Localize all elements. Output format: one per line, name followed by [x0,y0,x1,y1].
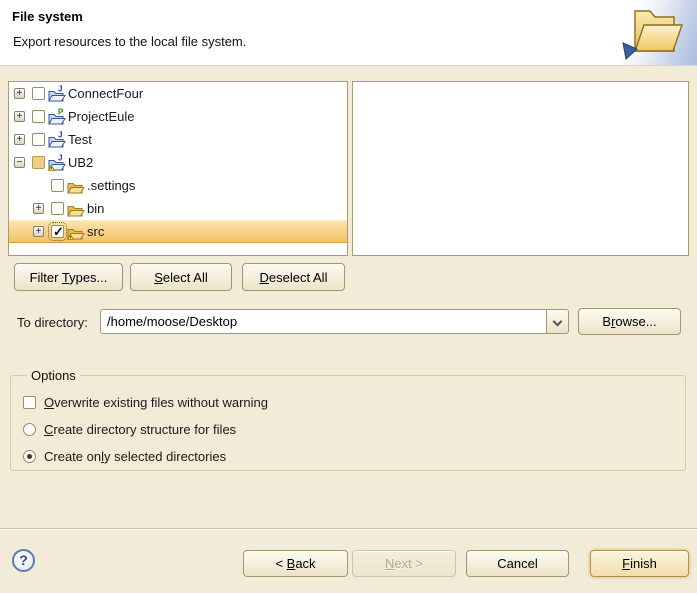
label-part: ack [295,556,315,571]
overwrite-label[interactable]: Overwrite existing files without warning [44,395,268,410]
page-title: File system [12,9,83,24]
options-legend: Options [27,368,80,383]
wizard-header: File system Export resources to the loca… [0,0,697,66]
tree-item-bin[interactable]: + bin [9,197,347,220]
folder-icon [67,200,85,217]
create-selected-label[interactable]: Create only selected directories [44,449,226,464]
chevron-down-icon [553,317,563,327]
export-file-system-wizard: { "header": { "title": "File system", "s… [0,0,697,593]
tree-item-label: ConnectFour [68,86,143,101]
svg-text:J: J [58,131,62,140]
folder-icon [67,177,85,194]
mnemonic: N [385,556,394,571]
svg-text:P: P [58,108,64,117]
label-part: B [602,314,611,329]
label-part: ypes... [69,270,107,285]
checkbox[interactable] [32,110,45,123]
question-mark-icon: ? [19,552,28,568]
tree-item-label: UB2 [68,155,93,170]
overwrite-option[interactable]: Overwrite existing files without warning [23,389,675,416]
filter-types-button[interactable]: Filter Types... [14,263,123,291]
file-list-panel[interactable] [352,81,689,256]
tree-item-test[interactable]: + J Test [9,128,347,151]
tree-item-src-selected[interactable]: + src [9,220,347,243]
tree-item-projecteule[interactable]: + P ProjectEule [9,105,347,128]
create-structure-radio[interactable] [23,423,36,436]
checkbox-checked[interactable] [51,225,64,238]
help-button[interactable]: ? [12,549,35,572]
overwrite-checkbox[interactable] [23,396,36,409]
label-part: inish [630,556,657,571]
to-directory-label: To directory: [17,315,88,330]
label-part: reate directory structure for files [53,422,236,437]
svg-text:J: J [58,85,62,94]
next-button[interactable]: Next > [352,550,456,577]
tree-item-settings[interactable]: .settings [9,174,347,197]
label-part: elect All [163,270,208,285]
create-structure-option[interactable]: Create directory structure for files [23,416,675,443]
mnemonic: S [154,270,163,285]
checkbox[interactable] [51,202,64,215]
label-part: ext > [394,556,423,571]
label-part: verwrite existing files without warning [54,395,268,410]
checkbox[interactable] [51,179,64,192]
checkbox-partially-checked[interactable] [32,156,45,169]
expand-toggle-icon[interactable]: + [14,134,25,145]
create-selected-radio-selected[interactable] [23,450,36,463]
collapse-toggle-icon[interactable]: − [14,157,25,168]
label-part: Create on [44,449,101,464]
browse-button[interactable]: Browse... [578,308,681,335]
tree-item-label: bin [87,201,104,216]
expand-toggle-icon[interactable]: + [33,226,44,237]
resource-tree[interactable]: + J ConnectFour + P ProjectEule + [8,81,348,256]
directory-combo-input[interactable] [100,309,546,334]
mnemonic: T [62,270,69,285]
java-project-folder-icon: J [48,85,66,102]
expand-toggle-icon[interactable]: + [14,88,25,99]
create-selected-option[interactable]: Create only selected directories [23,443,675,470]
plugin-project-folder-icon: P [48,108,66,125]
label-part: eselect All [269,270,328,285]
label-part: y selected directories [104,449,226,464]
expand-toggle-icon[interactable]: + [14,111,25,122]
label-part: < [275,556,286,571]
tree-item-label: .settings [87,178,135,193]
cancel-button[interactable]: Cancel [466,550,569,577]
folder-warning-icon [67,223,85,240]
export-folder-icon [622,3,684,64]
footer-separator-highlight [0,529,697,530]
tree-item-label: ProjectEule [68,109,134,124]
finish-button[interactable]: Finish [590,550,689,577]
options-group: Options Overwrite existing files without… [10,368,686,471]
java-project-folder-warning-icon: J [48,154,66,171]
combo-dropdown-button[interactable] [546,309,569,334]
label-part: Cancel [497,556,537,571]
tree-item-label: src [87,224,104,239]
svg-text:J: J [58,154,62,163]
deselect-all-button[interactable]: Deselect All [242,263,345,291]
page-subtitle: Export resources to the local file syste… [13,34,246,49]
expand-toggle-icon[interactable]: + [33,203,44,214]
mnemonic: O [44,395,54,410]
checkbox[interactable] [32,87,45,100]
select-all-button[interactable]: Select All [130,263,232,291]
back-button[interactable]: < Back [243,550,348,577]
mnemonic: F [622,556,630,571]
java-project-folder-icon: J [48,131,66,148]
tree-item-connectfour[interactable]: + J ConnectFour [9,82,347,105]
mnemonic: D [260,270,269,285]
tree-item-label: Test [68,132,92,147]
label-part: Filter [30,270,62,285]
checkbox[interactable] [32,133,45,146]
label-part: owse... [615,314,656,329]
create-structure-label[interactable]: Create directory structure for files [44,422,236,437]
mnemonic: C [44,422,53,437]
tree-item-ub2[interactable]: − J UB2 [9,151,347,174]
